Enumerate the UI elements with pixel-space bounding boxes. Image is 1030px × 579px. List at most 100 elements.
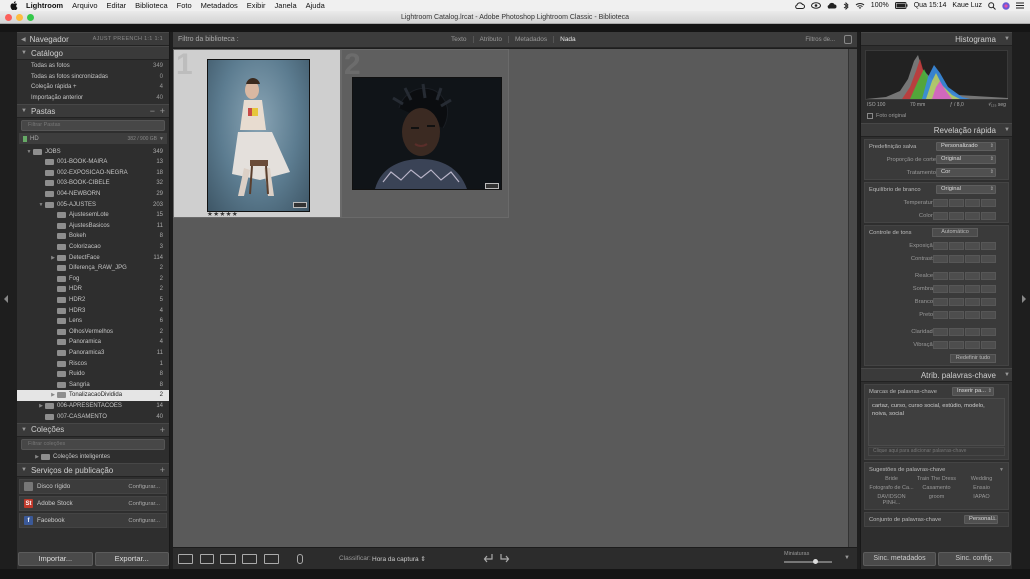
temperature-stepper[interactable] [933,198,996,207]
lock-icon[interactable] [844,35,852,44]
keyword-tags-textarea[interactable]: cartaz, curso, curso social, estúdio, mo… [868,398,1005,446]
survey-view-icon[interactable] [242,554,257,564]
add-keyword-input[interactable]: Clique aqui para adicionar palavras-chav… [868,447,1005,456]
histogram-header[interactable]: Histograma ▼ [861,32,1012,46]
saved-preset-dropdown[interactable]: Personalizado [936,142,996,151]
painter-spray-icon[interactable] [297,554,303,564]
quick-develop-header[interactable]: Revelação rápida ▼ [861,123,1012,137]
add-collection-icon[interactable]: + [160,425,165,435]
folder-row[interactable]: Panoramica3 11 [17,348,169,359]
siri-icon[interactable] [1002,1,1010,10]
crop-ratio-dropdown[interactable]: Original [936,155,996,164]
publish-service-row[interactable]: St Adobe Stock Configurar... [19,496,167,512]
keyword-suggestion[interactable]: IAPAO [959,494,1004,506]
apple-logo-icon[interactable] [10,1,20,10]
photo-thumbnail-bride[interactable] [207,59,310,212]
sort-order-dropdown[interactable]: Hora da captura ⇕ [372,555,426,563]
import-button[interactable]: Importar... [18,552,93,566]
zoom-window-icon[interactable] [27,14,34,21]
keyword-suggestion[interactable]: Wedding [959,476,1004,482]
rotate-right-icon[interactable] [499,553,511,564]
user-name[interactable]: Kaue Luz [952,2,982,9]
folder-row[interactable]: 003-BOOK-CIBELE 32 [17,178,169,189]
keyword-suggestion[interactable]: Bride [869,476,914,482]
white-balance-dropdown[interactable]: Original [936,185,996,194]
filter-presets-dropdown[interactable]: Filtros de... [805,37,835,43]
folder-row[interactable]: 004-NEWBORN 29 [17,189,169,200]
edited-badge-icon[interactable] [485,183,499,189]
folders-header[interactable]: ▼ Pastas − + [17,104,169,119]
vibrance-stepper[interactable] [933,340,996,349]
top-panel-collapsed[interactable] [0,24,1030,32]
filter-none-tab[interactable]: Nada [554,36,582,43]
battery-icon[interactable] [894,2,908,9]
add-publish-service-icon[interactable]: + [160,465,165,475]
catalog-item[interactable]: Coleção rápida +4 [17,82,169,93]
menu-ajuda[interactable]: Ajuda [306,1,325,10]
notification-center-icon[interactable] [1016,2,1024,9]
blacks-stepper[interactable] [933,310,996,319]
catalog-header[interactable]: ▼ Catálogo [17,46,169,60]
menu-foto[interactable]: Foto [177,1,192,10]
keyword-suggestion[interactable]: Fotografo de Ca... [869,485,914,491]
configure-button[interactable]: Configurar... [128,518,160,524]
minimize-window-icon[interactable] [16,14,23,21]
keyword-suggestion[interactable]: groom [914,494,959,506]
folder-row[interactable]: 007-CASAMENTO 40 [17,411,169,422]
export-button[interactable]: Exportar... [94,552,169,566]
contrast-stepper[interactable] [933,254,996,263]
menu-metadados[interactable]: Metadados [201,1,238,10]
volume-row[interactable]: HD 382 / 900 GB ▼ [19,133,167,145]
treatment-dropdown[interactable]: Cor [936,168,996,177]
folder-row[interactable]: HDR2 5 [17,295,169,306]
creative-cloud-icon[interactable] [795,2,805,9]
folder-disclosure-icon[interactable]: ▶ [37,403,45,409]
auto-tone-button[interactable]: Automático [932,228,978,237]
menu-arquivo[interactable]: Arquivo [72,1,97,10]
folder-row[interactable]: HDR 2 [17,284,169,295]
add-folder-icon[interactable]: + [160,106,165,116]
smart-collections-row[interactable]: ▶ Coleções inteligentes [17,452,169,463]
thumbnail-size-slider[interactable] [784,559,832,564]
tint-stepper[interactable] [933,211,996,220]
catalog-item[interactable]: Todas as fotos 349 [17,61,169,72]
slider-knob[interactable] [813,559,818,564]
folder-disclosure-icon[interactable]: ▼ [37,202,45,208]
folder-row[interactable]: OlhosVermelhos 2 [17,326,169,337]
configure-button[interactable]: Configurar... [128,484,160,490]
folder-row[interactable]: ▼ JOBS 349 [17,146,169,157]
eye-icon[interactable] [810,2,821,9]
menu-app-name[interactable]: Lightroom [26,1,63,10]
catalog-item[interactable]: Todas as fotos sincronizadas 0 [17,72,169,83]
checkbox-icon[interactable] [867,113,873,119]
loupe-view-icon[interactable] [200,554,214,564]
right-panel-toggle-icon[interactable] [1022,295,1026,303]
folder-row[interactable]: 001-BOOK-MAIRA 13 [17,157,169,168]
shadows-stepper[interactable] [933,284,996,293]
left-panel-toggle-icon[interactable] [4,295,8,303]
folder-row[interactable]: Bokeh 8 [17,231,169,242]
histogram-chart[interactable] [865,50,1008,100]
keyword-suggestion[interactable]: DAVIDSON PINH... [869,494,914,506]
sync-metadata-button[interactable]: Sinc. metadados [863,552,936,566]
folder-row[interactable]: Panoramica 4 [17,337,169,348]
folder-row[interactable]: Lens 6 [17,316,169,327]
publish-service-row[interactable]: Disco rígido Configurar... [19,479,167,495]
bluetooth-icon[interactable] [843,1,849,10]
highlights-stepper[interactable] [933,271,996,280]
original-photo-toggle[interactable]: Foto original [861,113,1012,119]
cloud-icon[interactable] [827,2,837,9]
reset-all-button[interactable]: Redefinir tudo [950,353,996,363]
remove-folder-icon[interactable]: − [150,106,155,116]
close-window-icon[interactable] [5,14,12,21]
grid-scrollbar[interactable] [848,49,857,547]
folder-row[interactable]: AjustesBasicos 11 [17,221,169,232]
filter-text-tab[interactable]: Texto [445,36,474,43]
keyword-suggestion[interactable]: Ensaio [959,485,1004,491]
folder-row[interactable]: HDR3 4 [17,305,169,316]
folder-row[interactable]: Diferença_RAW_JPG 2 [17,263,169,274]
folder-row[interactable]: ▶ DetectFace 114 [17,252,169,263]
folder-row[interactable]: AjustesemLote 15 [17,210,169,221]
sync-settings-button[interactable]: Sinc. config. [938,552,1011,566]
folder-row[interactable]: ▶ 006-APRESENTACOES 14 [17,401,169,412]
